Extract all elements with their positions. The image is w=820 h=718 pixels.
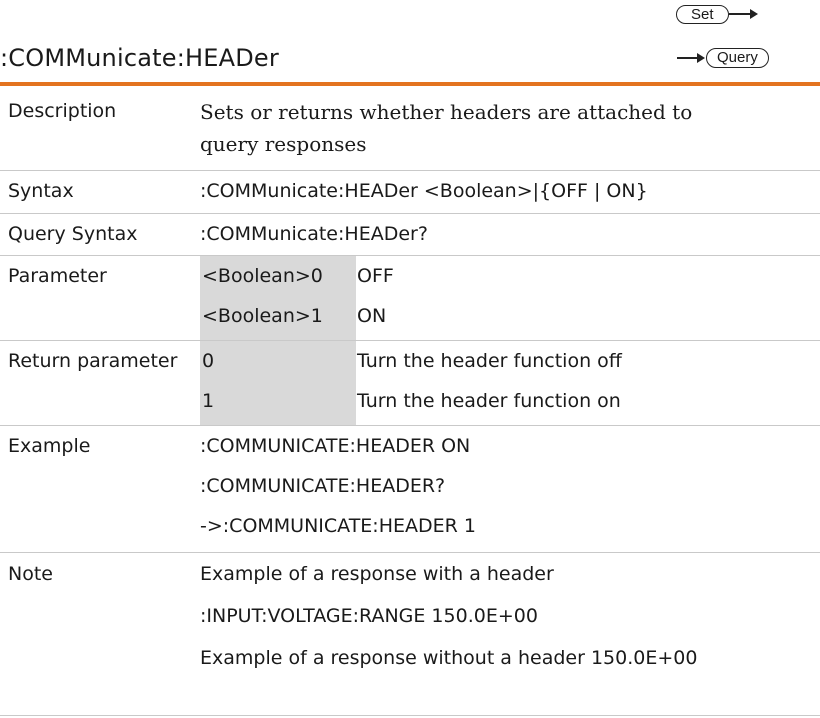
- return-parameter-row: Return parameter 0 Turn the header funct…: [0, 341, 820, 426]
- parameter-row: Parameter <Boolean>0 OFF <Boolean>1 ON: [0, 256, 820, 341]
- query-badge: Query: [676, 48, 769, 68]
- query-syntax-value: :COMMunicate:HEADer?: [200, 223, 428, 245]
- parameter-value: OFF: [357, 265, 394, 287]
- return-parameter-label: Return parameter: [8, 350, 178, 372]
- set-badge: Set: [676, 4, 759, 24]
- arrow-right-icon: [677, 53, 705, 63]
- syntax-value: :COMMunicate:HEADer <Boolean>|{OFF | ON}: [200, 180, 648, 202]
- syntax-label: Syntax: [8, 180, 74, 202]
- syntax-row: Syntax :COMMunicate:HEADer <Boolean>|{OF…: [0, 171, 820, 214]
- parameter-name: <Boolean>1: [202, 305, 323, 327]
- set-label: Set: [676, 4, 729, 24]
- example-row: Example :COMMUNICATE:HEADER ON :COMMUNIC…: [0, 426, 820, 553]
- note-line: :INPUT:VOLTAGE:RANGE 150.0E+00: [200, 605, 538, 627]
- parameter-value: ON: [357, 305, 387, 327]
- query-syntax-label: Query Syntax: [8, 223, 138, 245]
- note-line: Example of a response without a header 1…: [200, 647, 698, 669]
- description-row: Description Sets or returns whether head…: [0, 86, 820, 171]
- description-label: Description: [8, 100, 117, 122]
- example-line: :COMMUNICATE:HEADER ON: [200, 435, 471, 457]
- return-parameter-shade: [200, 341, 356, 425]
- return-parameter-value: Turn the header function on: [357, 390, 621, 412]
- example-line: :COMMUNICATE:HEADER?: [200, 475, 446, 497]
- parameter-name: <Boolean>0: [202, 265, 323, 287]
- description-line: Sets or returns whether headers are atta…: [200, 100, 693, 124]
- example-line: ->:COMMUNICATE:HEADER 1: [200, 515, 476, 537]
- return-parameter-name: 1: [202, 390, 215, 412]
- arrow-right-icon: [728, 9, 758, 19]
- note-row: Note Example of a response with a header…: [0, 553, 820, 716]
- page-title: :COMMunicate:HEADer: [0, 44, 279, 72]
- description-line: query responses: [200, 132, 367, 156]
- query-label: Query: [706, 48, 769, 68]
- query-syntax-row: Query Syntax :COMMunicate:HEADer?: [0, 214, 820, 256]
- example-label: Example: [8, 435, 91, 457]
- note-line: Example of a response with a header: [200, 563, 554, 585]
- note-label: Note: [8, 563, 53, 585]
- parameter-label: Parameter: [8, 265, 107, 287]
- return-parameter-name: 0: [202, 350, 215, 372]
- return-parameter-value: Turn the header function off: [357, 350, 622, 372]
